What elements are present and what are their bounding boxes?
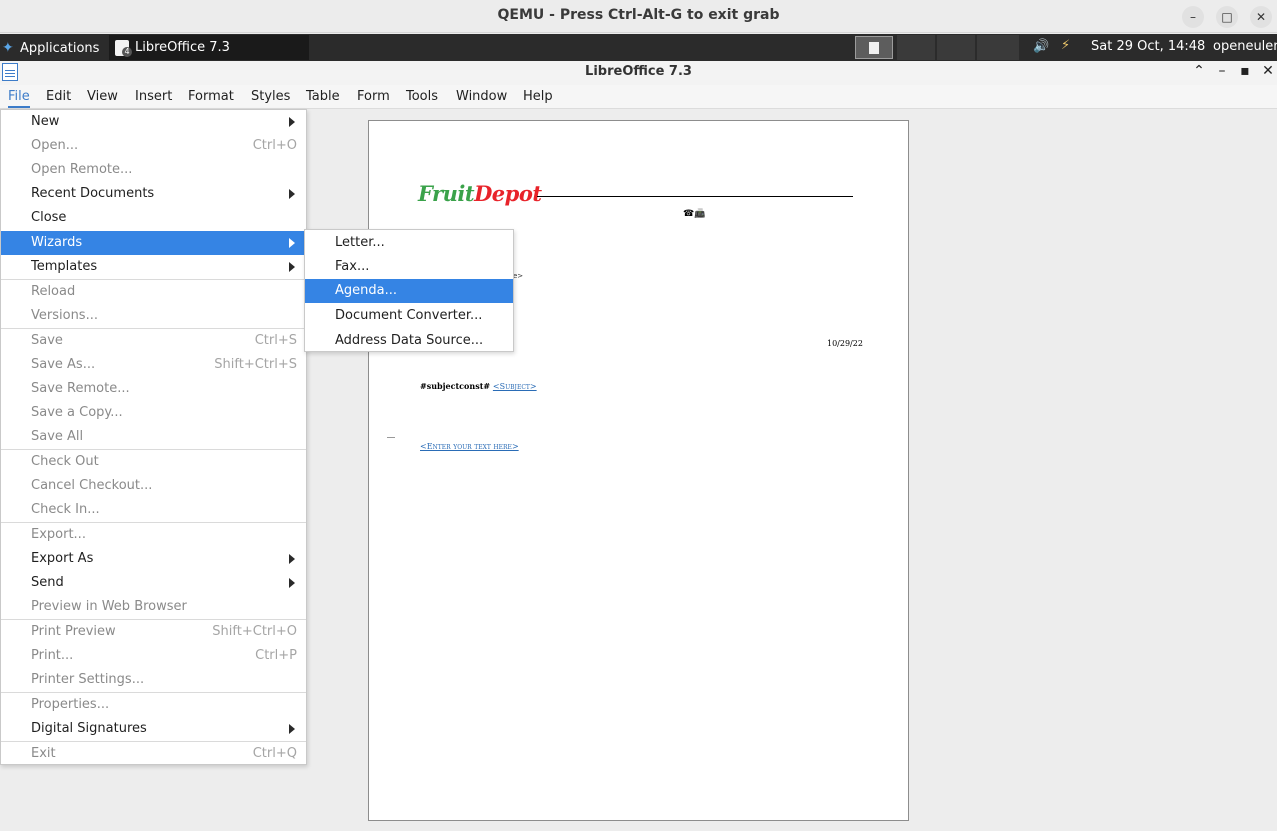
menu-insert[interactable]: Insert bbox=[135, 89, 172, 104]
menu-file[interactable]: File bbox=[8, 89, 30, 108]
document-page[interactable]: FruitDepot ☎📠 e> 10/29/22 #subjectconst#… bbox=[368, 120, 909, 821]
xfce-logo-icon: ✦ bbox=[2, 40, 14, 56]
submenu-arrow-icon bbox=[289, 238, 295, 248]
file-menu-properties[interactable]: Properties... bbox=[1, 693, 306, 717]
file-menu: New Open... Ctrl+O Open Remote... Recent … bbox=[0, 109, 307, 765]
file-menu-versions[interactable]: Versions... bbox=[1, 304, 306, 328]
file-menu-print[interactable]: Print... Ctrl+P bbox=[1, 644, 306, 668]
qemu-titlebar: QEMU - Press Ctrl-Alt-G to exit grab – □… bbox=[0, 0, 1277, 33]
file-menu-save-as[interactable]: Save As... Shift+Ctrl+S bbox=[1, 353, 306, 377]
menu-styles[interactable]: Styles bbox=[251, 89, 290, 104]
window-maximize-button[interactable]: ▪ bbox=[1237, 63, 1253, 79]
body-placeholder-field[interactable]: <Enter your text here> bbox=[420, 442, 519, 451]
fruit-depot-logo: FruitDepot bbox=[418, 181, 542, 206]
libreoffice-titlebar: LibreOffice 7.3 ⌃ – ▪ ✕ bbox=[0, 61, 1277, 85]
file-menu-save-remote[interactable]: Save Remote... bbox=[1, 377, 306, 401]
file-menu-printer-settings[interactable]: Printer Settings... bbox=[1, 668, 306, 692]
document-date: 10/29/22 bbox=[827, 339, 863, 348]
applications-label: Applications bbox=[20, 40, 100, 56]
window-minimize-button[interactable]: – bbox=[1214, 63, 1230, 79]
file-menu-open[interactable]: Open... Ctrl+O bbox=[1, 134, 306, 158]
file-menu-check-in[interactable]: Check In... bbox=[1, 498, 306, 522]
subject-line[interactable]: #subjectconst# <Subject> bbox=[420, 381, 537, 391]
submenu-arrow-icon bbox=[289, 117, 295, 127]
wizard-document-converter[interactable]: Document Converter... bbox=[305, 304, 513, 328]
file-menu-recent-documents[interactable]: Recent Documents bbox=[1, 182, 306, 206]
workspace-1[interactable] bbox=[855, 36, 893, 59]
menu-edit[interactable]: Edit bbox=[46, 89, 71, 104]
text-boundary-mark bbox=[387, 437, 395, 438]
qemu-title: QEMU - Press Ctrl-Alt-G to exit grab bbox=[497, 7, 780, 23]
file-menu-check-out[interactable]: Check Out bbox=[1, 450, 306, 474]
submenu-arrow-icon bbox=[289, 578, 295, 588]
workspace-4[interactable] bbox=[977, 35, 1019, 60]
menubar: File Edit View Insert Format Styles Tabl… bbox=[0, 85, 1277, 109]
file-menu-save[interactable]: Save Ctrl+S bbox=[1, 329, 306, 353]
file-menu-cancel-checkout[interactable]: Cancel Checkout... bbox=[1, 474, 306, 498]
field-fragment: e> bbox=[513, 272, 524, 280]
menu-window[interactable]: Window bbox=[456, 89, 507, 104]
phone-fax-icon: ☎📠 bbox=[683, 209, 706, 219]
top-panel: ✦ Applications LibreOffice 7.3 🔊 ⚡ Sat 2… bbox=[0, 34, 1277, 61]
volume-icon[interactable]: 🔊 bbox=[1033, 39, 1049, 54]
file-menu-templates[interactable]: Templates bbox=[1, 255, 306, 279]
file-menu-exit[interactable]: Exit Ctrl+Q bbox=[1, 742, 306, 766]
qemu-maximize-button[interactable]: □ bbox=[1216, 6, 1238, 28]
file-menu-print-preview[interactable]: Print Preview Shift+Ctrl+O bbox=[1, 620, 306, 644]
menu-format[interactable]: Format bbox=[188, 89, 234, 104]
file-menu-save-all[interactable]: Save All bbox=[1, 425, 306, 449]
window-close-button[interactable]: ✕ bbox=[1260, 63, 1276, 79]
header-rule bbox=[537, 196, 853, 197]
wizard-agenda[interactable]: Agenda... bbox=[305, 279, 513, 303]
file-menu-send[interactable]: Send bbox=[1, 571, 306, 595]
wizard-letter[interactable]: Letter... bbox=[305, 231, 513, 255]
submenu-arrow-icon bbox=[289, 189, 295, 199]
submenu-arrow-icon bbox=[289, 554, 295, 564]
wizard-fax[interactable]: Fax... bbox=[305, 255, 513, 279]
writer-document-icon bbox=[115, 39, 132, 57]
file-menu-wizards[interactable]: Wizards bbox=[1, 231, 306, 255]
menu-form[interactable]: Form bbox=[357, 89, 390, 104]
file-menu-close[interactable]: Close bbox=[1, 206, 306, 230]
qemu-close-button[interactable]: ✕ bbox=[1250, 6, 1272, 28]
window-title: LibreOffice 7.3 bbox=[585, 64, 692, 79]
file-menu-reload[interactable]: Reload bbox=[1, 280, 306, 304]
file-menu-digital-signatures[interactable]: Digital Signatures bbox=[1, 717, 306, 741]
qemu-minimize-button[interactable]: – bbox=[1182, 6, 1204, 28]
file-menu-export[interactable]: Export... bbox=[1, 523, 306, 547]
file-menu-save-copy[interactable]: Save a Copy... bbox=[1, 401, 306, 425]
workspace-3[interactable] bbox=[937, 35, 975, 60]
screen: QEMU - Press Ctrl-Alt-G to exit grab – □… bbox=[0, 0, 1277, 831]
taskbar-libreoffice[interactable]: LibreOffice 7.3 bbox=[109, 35, 309, 60]
window-shade-button[interactable]: ⌃ bbox=[1191, 63, 1207, 79]
file-menu-export-as[interactable]: Export As bbox=[1, 547, 306, 571]
submenu-arrow-icon bbox=[289, 262, 295, 272]
file-menu-open-remote[interactable]: Open Remote... bbox=[1, 158, 306, 182]
window-thumbnail-icon bbox=[869, 41, 879, 54]
submenu-arrow-icon bbox=[289, 724, 295, 734]
workspace-2[interactable] bbox=[897, 35, 935, 60]
network-icon[interactable]: ⚡ bbox=[1061, 38, 1070, 53]
file-menu-preview-web[interactable]: Preview in Web Browser bbox=[1, 595, 306, 619]
clock[interactable]: Sat 29 Oct, 14:48 bbox=[1091, 39, 1205, 54]
menu-table[interactable]: Table bbox=[306, 89, 340, 104]
menu-view[interactable]: View bbox=[87, 89, 118, 104]
applications-menu[interactable]: ✦ Applications bbox=[2, 38, 99, 58]
user-menu[interactable]: openeuler bbox=[1213, 39, 1277, 54]
wizards-submenu: Letter... Fax... Agenda... Document Conv… bbox=[304, 229, 514, 352]
menu-help[interactable]: Help bbox=[523, 89, 553, 104]
taskbar-libreoffice-label: LibreOffice 7.3 bbox=[135, 40, 230, 55]
wizard-address-data-source[interactable]: Address Data Source... bbox=[305, 329, 513, 353]
file-menu-new[interactable]: New bbox=[1, 110, 306, 134]
menu-tools[interactable]: Tools bbox=[406, 89, 438, 104]
